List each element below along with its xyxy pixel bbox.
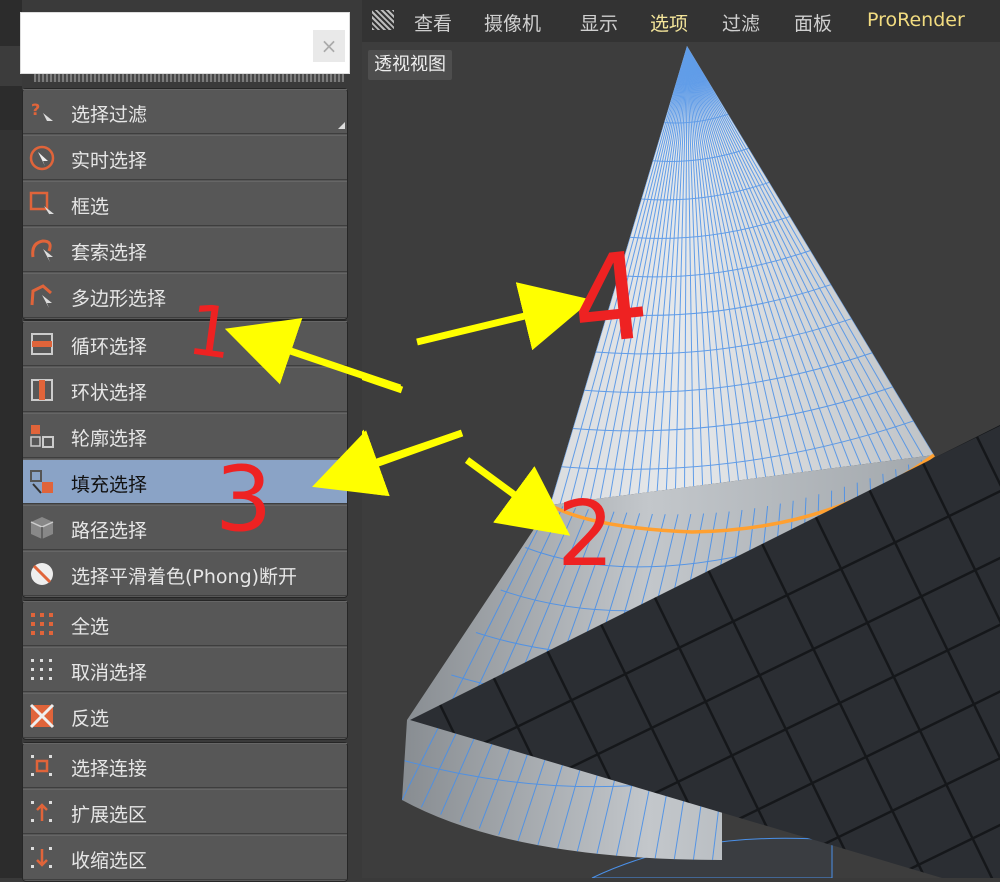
menu-group: 选择连接扩展选区收缩选区 (22, 742, 348, 882)
menu-item[interactable]: 选择连接 (23, 743, 347, 788)
menu-item[interactable]: 扩展选区 (23, 789, 347, 834)
popup-drag-handle[interactable] (34, 74, 344, 82)
annotation-two: 2 (557, 482, 614, 587)
select-popup-menu: ? 选择过滤实时选择框选套索选择多边形选择循环选择环状选择轮廓选择填充选择路径选择… (22, 88, 348, 882)
perspective-scene[interactable]: 4 2 (362, 0, 1000, 878)
menu-item[interactable]: 套索选择 (23, 227, 347, 272)
menu-item-label: 选择连接 (71, 758, 148, 780)
menu-group: ? 选择过滤实时选择框选套索选择多边形选择 (22, 88, 348, 320)
viewport-menu-item[interactable]: 过滤 (722, 9, 760, 36)
svg-text:?: ? (31, 100, 40, 119)
menu-item[interactable]: 选择平滑着色(Phong)断开 (23, 551, 347, 596)
menu-item[interactable]: 循环选择 (23, 321, 347, 366)
viewport-menu-item[interactable]: 查看 (414, 9, 452, 36)
menu-item[interactable]: 填充选择 (23, 459, 347, 504)
invert-select-icon (29, 703, 55, 729)
menu-item-label: 框选 (71, 196, 110, 218)
viewport-menu-item[interactable]: 摄像机 (484, 9, 541, 36)
search-input[interactable] (20, 12, 350, 74)
menu-item-label: 选择过滤 (71, 104, 148, 126)
menu-item[interactable]: 取消选择 (23, 647, 347, 692)
viewport-menu-item[interactable]: 选项 (650, 9, 688, 36)
ring-select-icon (29, 377, 55, 403)
phong-break-icon (29, 561, 55, 587)
live-select-icon (29, 145, 55, 171)
menu-item-label: 循环选择 (71, 336, 148, 358)
viewport-menubar: 查看 摄像机 显示 选项 过滤 面板 ProRender (362, 0, 1000, 42)
left-panel-segment (0, 46, 22, 86)
menu-group: 全选 取消选择 反选 (22, 600, 348, 740)
question-cursor-icon: ? (29, 99, 55, 125)
annotation-arrows (362, 282, 593, 536)
menu-item[interactable]: 框选 (23, 181, 347, 226)
polygon-select-icon (29, 283, 55, 309)
menu-item-label: 套索选择 (71, 242, 148, 264)
menu-item-label: 选择平滑着色(Phong)断开 (71, 566, 298, 588)
menu-item-label: 全选 (71, 616, 110, 638)
menu-item[interactable]: 反选 (23, 693, 347, 738)
deselect-icon (29, 657, 55, 683)
outline-select-icon (29, 423, 55, 449)
viewport-menu-item[interactable]: ProRender (867, 9, 965, 31)
menu-item[interactable]: 环状选择 (23, 367, 347, 412)
menu-item[interactable]: 路径选择 (23, 505, 347, 550)
menu-item-label: 实时选择 (71, 150, 148, 172)
shrink-selection-icon (29, 845, 55, 871)
viewport[interactable]: 4 2 查看 摄像机 显示 选项 过滤 面板 ProRender 透视视图 (362, 0, 1000, 878)
viewport-menu-item[interactable]: 面板 (794, 9, 832, 36)
view-label: 透视视图 (368, 50, 452, 80)
menu-item-label: 轮廓选择 (71, 428, 148, 450)
lasso-select-icon (29, 237, 55, 263)
select-all-icon (29, 611, 55, 637)
menu-item-label: 反选 (71, 708, 110, 730)
menu-item-label: 填充选择 (71, 474, 148, 496)
menu-item-label: 多边形选择 (71, 288, 167, 310)
menu-item[interactable]: 实时选择 (23, 135, 347, 180)
rectangle-select-icon (29, 191, 55, 217)
left-panel-segment (0, 130, 22, 210)
path-select-icon (29, 515, 55, 541)
annotation-four: 4 (565, 227, 655, 373)
menu-item-label: 取消选择 (71, 662, 148, 684)
menu-item-label: 收缩选区 (71, 850, 148, 872)
grip-icon[interactable] (372, 10, 394, 30)
left-panel-strip (0, 0, 22, 878)
menu-item[interactable]: 收缩选区 (23, 835, 347, 880)
menu-item-label: 环状选择 (71, 382, 148, 404)
menu-item[interactable]: 多边形选择 (23, 273, 347, 318)
menu-item[interactable]: ? 选择过滤 (23, 89, 347, 134)
select-connected-icon (29, 753, 55, 779)
menu-item[interactable]: 轮廓选择 (23, 413, 347, 458)
viewport-menu-item[interactable]: 显示 (580, 9, 618, 36)
menu-item[interactable]: 全选 (23, 601, 347, 646)
grow-selection-icon (29, 799, 55, 825)
submenu-arrow-icon (338, 122, 345, 129)
close-button[interactable]: × (313, 30, 345, 62)
menu-item-label: 路径选择 (71, 520, 148, 542)
menu-item-label: 扩展选区 (71, 804, 148, 826)
loop-select-icon (29, 331, 55, 357)
fill-select-icon (29, 469, 55, 495)
menu-group: 循环选择环状选择轮廓选择填充选择路径选择选择平滑着色(Phong)断开 (22, 320, 348, 598)
